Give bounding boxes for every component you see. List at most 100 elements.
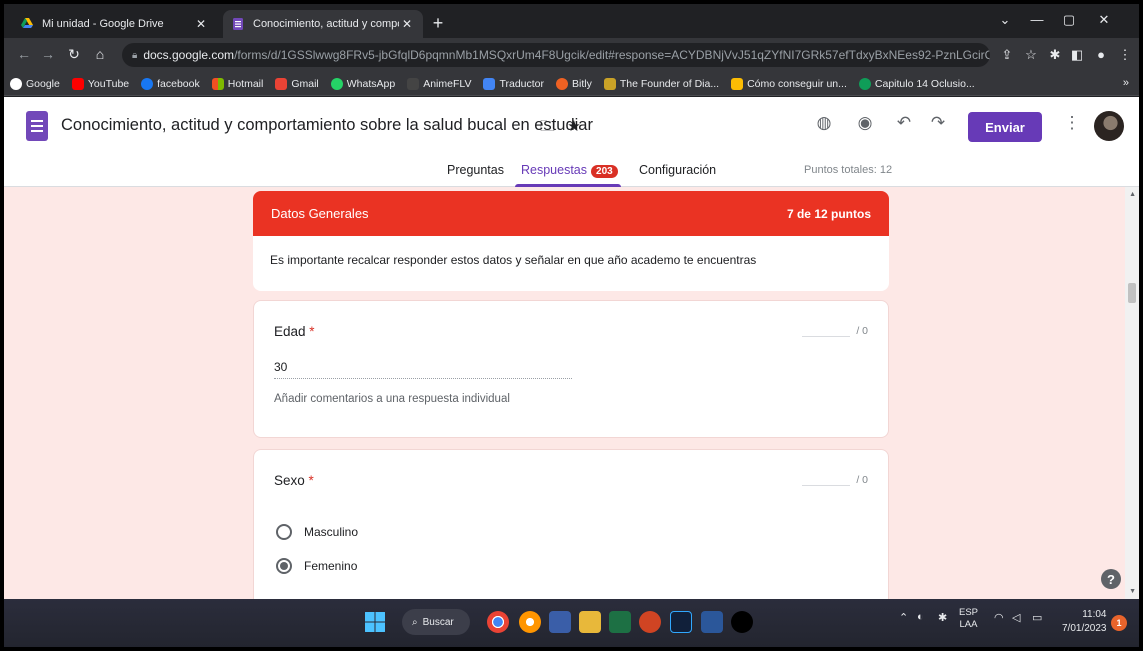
question-title: Edad * [274, 324, 315, 339]
bookmark-facebook[interactable]: facebook [141, 77, 200, 90]
menu-icon[interactable]: ⋮ [1116, 47, 1134, 63]
responses-content[interactable]: Datos Generales 7 de 12 puntos Es import… [4, 187, 1139, 599]
volume-icon[interactable]: ◁ [1012, 611, 1020, 624]
home-icon[interactable]: ⌂ [90, 46, 110, 62]
undo-icon[interactable]: ↶ [892, 113, 916, 133]
star-icon[interactable]: ★ [567, 118, 580, 135]
word-icon[interactable] [701, 611, 723, 633]
google-forms-logo-icon[interactable] [26, 111, 48, 141]
excel-icon[interactable] [609, 611, 631, 633]
forward-icon[interactable]: → [38, 46, 58, 62]
whatsapp-icon [330, 77, 343, 90]
required-asterisk: * [308, 473, 314, 488]
share-icon[interactable]: ⇪ [998, 47, 1016, 63]
send-button[interactable]: Enviar [968, 112, 1042, 142]
reload-icon[interactable]: ↻ [64, 46, 84, 62]
palette-icon[interactable]: ◍ [812, 113, 836, 133]
chrome-icon[interactable] [487, 611, 509, 633]
preview-eye-icon[interactable]: ◉ [853, 113, 877, 133]
windows-start-icon[interactable] [364, 611, 386, 633]
add-comment-link[interactable]: Añadir comentarios a una respuesta indiv… [274, 393, 510, 405]
avatar[interactable] [1094, 111, 1124, 141]
more-bookmarks-icon[interactable]: » [1123, 77, 1129, 89]
tab-strip: Mi unidad - Google Drive ✕ Conocimiento,… [4, 4, 1139, 38]
battery-icon[interactable]: ▭ [1032, 611, 1042, 624]
wifi-icon[interactable]: ◠ [994, 611, 1004, 624]
page-scrollbar[interactable]: ▲ ▼ [1125, 187, 1139, 599]
radio-unchecked-icon [276, 524, 292, 540]
tab-google-forms[interactable]: Conocimiento, actitud y comport ✕ [223, 10, 423, 38]
taskbar-search[interactable]: ⌕ Buscar [402, 609, 470, 635]
radio-option-femenino[interactable]: Femenino [276, 558, 357, 574]
forms-header: Conocimiento, actitud y comportamiento s… [4, 97, 1139, 187]
close-icon[interactable]: ✕ [399, 17, 415, 31]
language-indicator[interactable]: ESP LAA [959, 607, 978, 631]
bookmarks-bar: Google YouTube facebook Hotmail Gmail Wh… [4, 72, 1139, 96]
back-icon[interactable]: ← [14, 46, 34, 62]
search-icon: ⌕ [412, 616, 418, 628]
address-bar[interactable]: 🔒︎ docs.google.com /forms/d/1GSSlwwg8FRv… [122, 43, 990, 67]
score-input[interactable] [802, 325, 851, 337]
bluetooth-icon[interactable]: ✱ [938, 611, 947, 624]
system-clock[interactable]: 11:04 7/01/2023 [1062, 608, 1107, 636]
section-header: Datos Generales 7 de 12 puntos [253, 191, 889, 236]
answer-text: 30 [274, 360, 572, 379]
media-player-icon[interactable] [549, 611, 571, 633]
bookmark-traductor[interactable]: Traductor [483, 77, 544, 90]
close-window-button[interactable]: ✕ [1089, 12, 1119, 28]
help-icon[interactable]: ? [1101, 569, 1121, 589]
bookmark-bitly[interactable]: Bitly [556, 77, 592, 90]
section-score: 7 de 12 puntos [786, 206, 871, 221]
more-options-icon[interactable]: ⋮ [1060, 113, 1084, 133]
bookmark-capitulo[interactable]: Capitulo 14 Oclusio... [858, 77, 975, 90]
extensions-icon[interactable]: ✱ [1046, 47, 1064, 63]
founder-icon [603, 77, 616, 90]
tab-search-icon[interactable]: ⌄ [990, 12, 1020, 28]
google-icon [10, 77, 22, 90]
chrome-canary-icon[interactable] [519, 611, 541, 633]
windows-taskbar: ⌕ Buscar ⌃ ◐ ✱ ESP LAA ◠ ◁ ▭ 11:04 7/01/202… [4, 599, 1139, 647]
form-tabs: Preguntas Respuestas 203 Configuración Pu… [4, 159, 1139, 187]
bookmark-gmail[interactable]: Gmail [275, 77, 319, 90]
question-card-edad: Edad * / 0 30 Añadir comentarios a una r… [253, 300, 889, 438]
tab-google-drive[interactable]: Mi unidad - Google Drive ✕ [12, 10, 217, 38]
section-title: Datos Generales [271, 206, 369, 221]
tab-responses-label: Respuestas [521, 163, 588, 177]
tray-chevron-icon[interactable]: ⌃ [899, 611, 908, 624]
radio-option-masculino[interactable]: Masculino [276, 524, 358, 540]
scrollbar-thumb[interactable] [1128, 283, 1136, 303]
minimize-button[interactable]: — [1022, 12, 1052, 27]
side-panel-icon[interactable]: ◧ [1068, 47, 1086, 63]
scroll-down-icon[interactable]: ▼ [1129, 588, 1136, 595]
restore-button[interactable]: ▢ [1054, 12, 1084, 28]
bookmark-star-icon[interactable]: ☆ [1022, 47, 1040, 63]
question-score: / 0 [802, 325, 868, 337]
bookmark-youtube[interactable]: YouTube [71, 77, 129, 90]
bookmark-founder[interactable]: The Founder of Dia... [603, 77, 719, 90]
folder-icon[interactable]: 🗀 [540, 118, 555, 135]
youtube-icon [71, 77, 84, 90]
tab-title: Conocimiento, actitud y comport [253, 18, 399, 30]
bookmark-whatsapp[interactable]: WhatsApp [330, 77, 395, 90]
score-input[interactable] [802, 474, 851, 486]
file-explorer-icon[interactable] [579, 611, 601, 633]
bookmark-google[interactable]: Google [10, 77, 60, 90]
form-title[interactable]: Conocimiento, actitud y comportamiento s… [61, 116, 593, 135]
notification-badge[interactable]: 1 [1111, 615, 1127, 631]
photoshop-icon[interactable] [670, 611, 692, 633]
bookmark-page-icon [731, 77, 744, 90]
close-icon[interactable]: ✕ [193, 17, 209, 31]
scroll-up-icon[interactable]: ▲ [1129, 191, 1136, 198]
powerpoint-icon[interactable] [639, 611, 661, 633]
profile-icon[interactable]: ● [1092, 47, 1110, 63]
tray-app-icon[interactable]: ◐ [917, 611, 924, 623]
redo-icon[interactable]: ↷ [926, 113, 950, 133]
tiktok-icon[interactable] [731, 611, 753, 633]
tab-responses[interactable]: Respuestas 203 [521, 163, 618, 178]
bookmark-hotmail[interactable]: Hotmail [211, 77, 263, 90]
bookmark-como-conseguir[interactable]: Cómo conseguir un... [731, 77, 847, 90]
new-tab-button[interactable]: + [428, 14, 448, 32]
tab-settings[interactable]: Configuración [639, 163, 716, 177]
bookmark-animeflv[interactable]: AnimeFLV [407, 77, 471, 90]
tab-questions[interactable]: Preguntas [447, 163, 504, 177]
